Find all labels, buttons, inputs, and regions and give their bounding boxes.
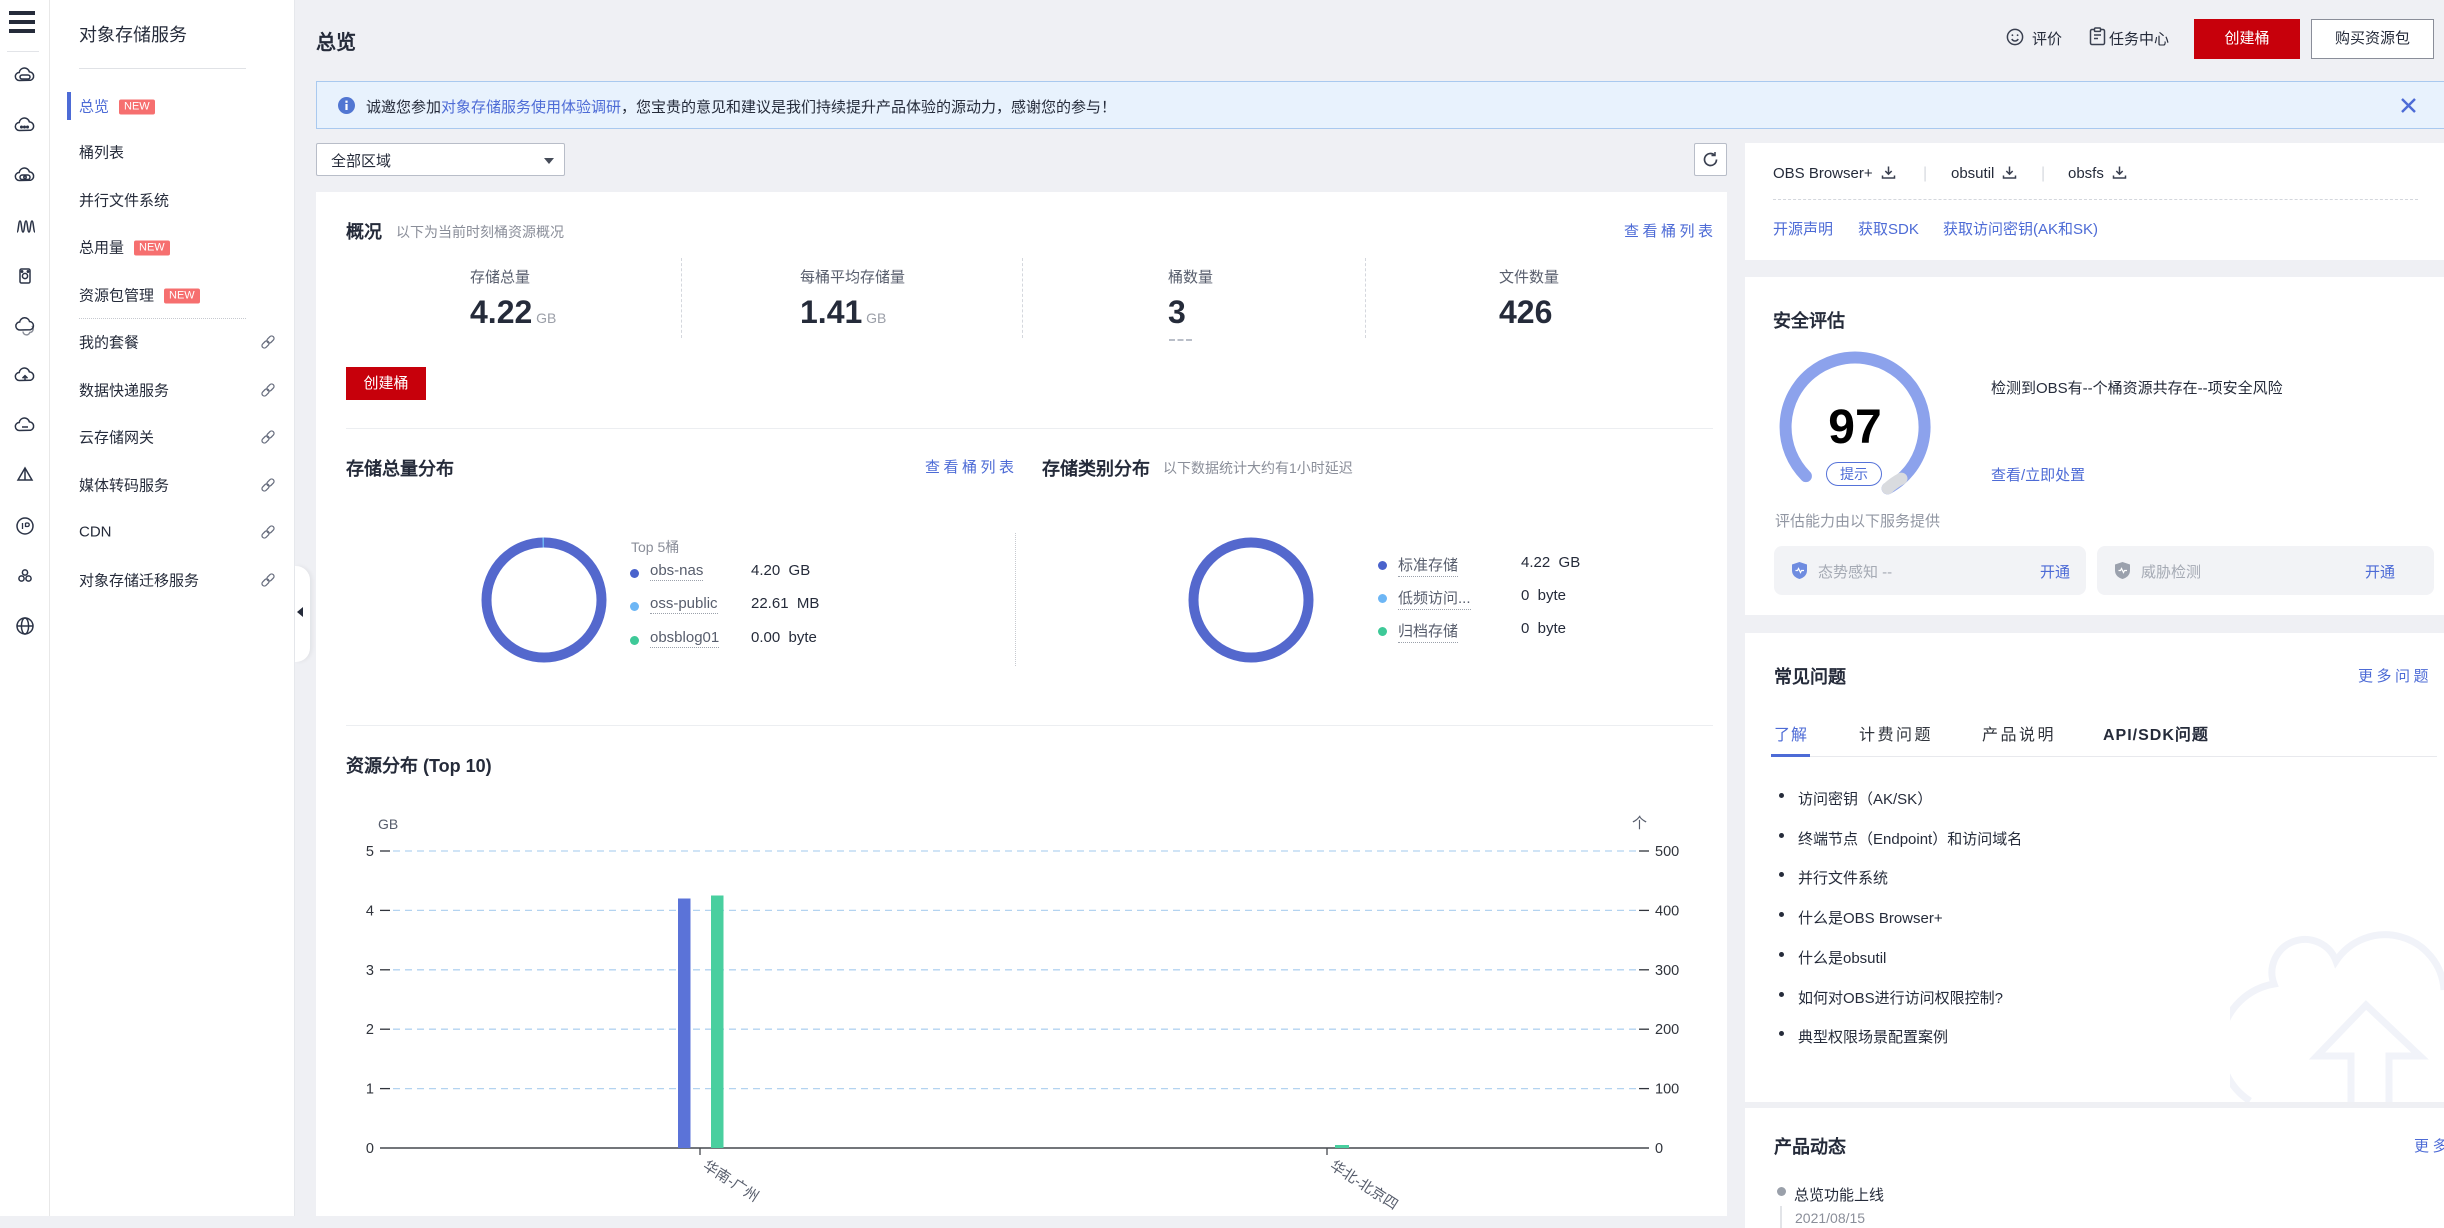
svg-text:3: 3 [366, 963, 374, 979]
svg-text:300: 300 [1655, 963, 1679, 979]
svg-text:1: 1 [366, 1082, 374, 1098]
svg-text:0: 0 [1655, 1141, 1663, 1157]
svg-text:500: 500 [1655, 844, 1679, 860]
svg-text:4: 4 [366, 903, 374, 919]
svg-text:5: 5 [366, 844, 374, 860]
svg-text:个: 个 [1632, 815, 1647, 832]
svg-text:GB: GB [378, 816, 398, 832]
svg-text:100: 100 [1655, 1082, 1679, 1098]
svg-text:0: 0 [366, 1141, 374, 1157]
svg-text:400: 400 [1655, 903, 1679, 919]
svg-text:200: 200 [1655, 1022, 1679, 1038]
svg-text:2: 2 [366, 1022, 374, 1038]
svg-text:华南-广州: 华南-广州 [700, 1157, 762, 1205]
svg-text:97: 97 [1828, 401, 1881, 454]
svg-text:华北-北京四: 华北-北京四 [1327, 1157, 1401, 1213]
